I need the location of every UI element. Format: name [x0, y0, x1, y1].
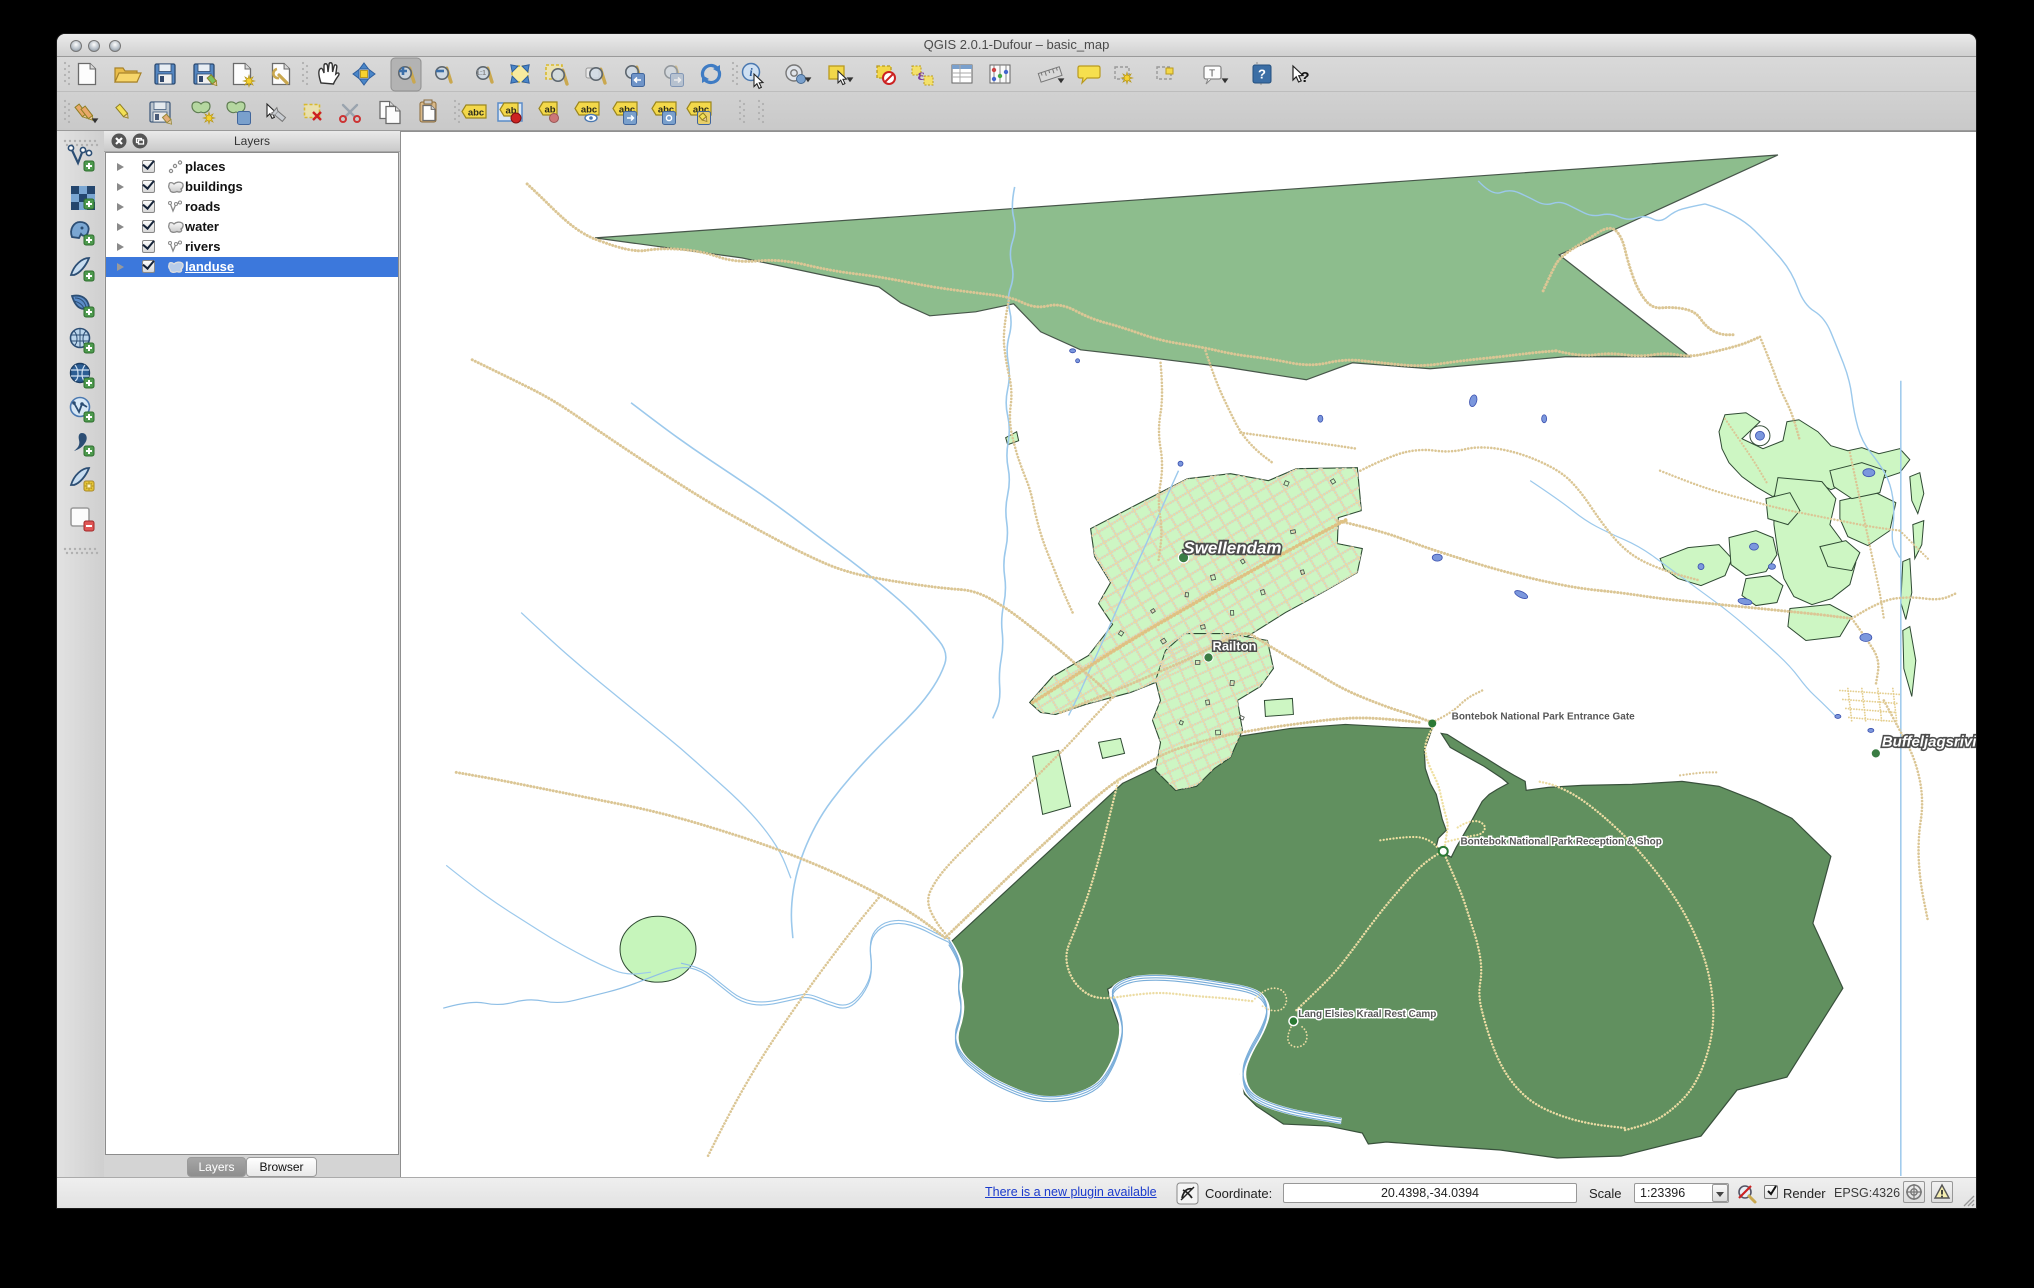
- svg-text:Buffeljagsrivier: Buffeljagsrivier: [1882, 733, 1976, 750]
- svg-text:1:1: 1:1: [476, 70, 486, 77]
- svg-text:T: T: [1209, 69, 1215, 80]
- svg-text:Swellendam: Swellendam: [1183, 539, 1281, 558]
- svg-text:abc: abc: [581, 105, 597, 116]
- svg-text:abc: abc: [468, 108, 484, 119]
- svg-text:?: ?: [1258, 67, 1266, 82]
- svg-text:Bontebok National Park Recepti: Bontebok National Park Reception & Shop: [1460, 836, 1661, 847]
- svg-text:Lang Elsies Kraal Rest Camp: Lang Elsies Kraal Rest Camp: [1298, 1009, 1436, 1020]
- svg-text:?: ?: [1300, 69, 1309, 86]
- svg-text:Railton: Railton: [1212, 639, 1256, 654]
- svg-text:ε: ε: [918, 67, 925, 84]
- svg-text:Bontebok National Park Entranc: Bontebok National Park Entrance Gate: [1452, 711, 1636, 722]
